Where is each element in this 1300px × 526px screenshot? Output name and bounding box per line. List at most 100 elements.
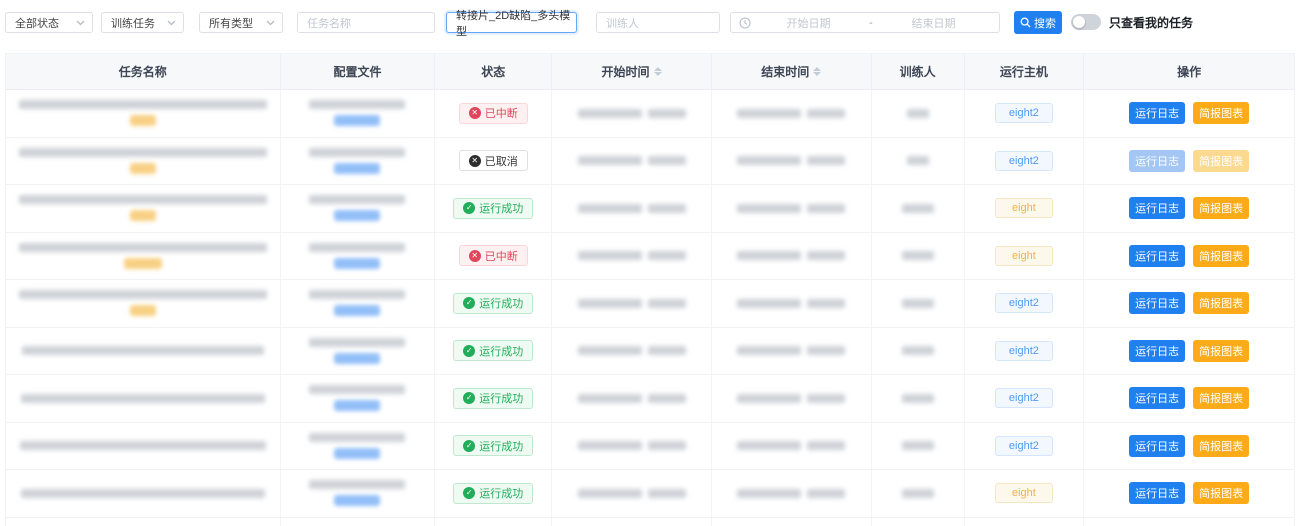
status-badge: ✓运行成功 — [453, 435, 533, 456]
run-log-button[interactable]: 运行日志 — [1129, 102, 1185, 124]
redacted-time — [648, 299, 686, 308]
task-name-cell — [6, 138, 281, 185]
redacted-trainer-name — [902, 489, 934, 498]
status-cell: ✓运行成功 — [435, 423, 552, 470]
start-time-cell — [552, 90, 712, 137]
actions-cell: 运行日志简报图表 — [1084, 375, 1294, 422]
sort-icon[interactable] — [654, 67, 662, 76]
run-log-button[interactable]: 运行日志 — [1129, 435, 1185, 457]
redacted-config-link[interactable] — [334, 115, 380, 126]
redacted-time — [807, 299, 845, 308]
trainer-cell — [872, 90, 965, 137]
redacted-config-link[interactable] — [334, 210, 380, 221]
date-range-picker[interactable]: 开始日期 - 结束日期 — [730, 12, 1000, 33]
trainer-input[interactable]: 训练人 — [596, 12, 720, 33]
redacted-config-name — [309, 100, 405, 109]
redacted-config-link[interactable] — [334, 305, 380, 316]
task-name-cell — [6, 233, 281, 280]
report-chart-button[interactable]: 简报图表 — [1193, 292, 1249, 314]
run-log-button[interactable]: 运行日志 — [1129, 340, 1185, 362]
column-header[interactable]: 结束时间 — [712, 54, 872, 89]
redacted-time — [807, 346, 845, 355]
date-start-placeholder: 开始日期 — [751, 15, 866, 31]
start-time-cell — [552, 518, 712, 526]
actions-cell: 运行日志简报图表 — [1084, 280, 1294, 327]
status-cell: ✕已中断 — [435, 90, 552, 137]
column-header-label: 运行主机 — [1000, 63, 1048, 80]
column-header[interactable]: 开始时间 — [552, 54, 712, 89]
report-chart-button[interactable]: 简报图表 — [1193, 387, 1249, 409]
task-name-input[interactable]: 任务名称 — [297, 12, 435, 33]
redacted-date — [737, 299, 801, 308]
run-log-button[interactable]: 运行日志 — [1129, 482, 1185, 504]
run-log-button[interactable]: 运行日志 — [1129, 387, 1185, 409]
run-log-button[interactable]: 运行日志 — [1129, 245, 1185, 267]
config-file-cell — [281, 90, 436, 137]
status-cell: ✓运行成功 — [435, 280, 552, 327]
end-time-cell — [712, 185, 872, 232]
task-type-select-value: 训练任务 — [102, 15, 163, 31]
report-chart-button[interactable]: 简报图表 — [1193, 340, 1249, 362]
status-badge: ✓运行成功 — [453, 340, 533, 361]
redacted-trainer-name — [907, 109, 929, 118]
action-buttons: 运行日志简报图表 — [1129, 435, 1249, 457]
actions-cell: 运行日志简报图表 — [1084, 138, 1294, 185]
report-chart-button[interactable]: 简报图表 — [1193, 435, 1249, 457]
redacted-time — [807, 441, 845, 450]
column-header: 任务名称 — [6, 54, 281, 89]
redacted-task-name — [19, 243, 267, 252]
start-time-cell — [552, 470, 712, 517]
report-chart-button[interactable]: 简报图表 — [1193, 482, 1249, 504]
redacted-task-tag — [130, 163, 156, 174]
check-circle-icon: ✓ — [463, 440, 475, 452]
host-tag: eight2 — [995, 341, 1053, 361]
search-button-label: 搜索 — [1034, 15, 1056, 31]
column-header-label: 配置文件 — [333, 63, 381, 80]
redacted-time — [807, 489, 845, 498]
redacted-config-link[interactable] — [334, 448, 380, 459]
end-time-cell — [712, 470, 872, 517]
column-header-label: 开始时间 — [602, 63, 650, 80]
redacted-datetime — [737, 204, 845, 213]
status-select-value: 全部状态 — [6, 15, 72, 31]
status-badge: ✕已取消 — [459, 150, 528, 171]
trainer-cell — [872, 518, 965, 526]
redacted-datetime — [578, 204, 686, 213]
chevron-down-icon — [163, 20, 179, 26]
search-button[interactable]: 搜索 — [1014, 11, 1062, 34]
x-circle-icon: ✕ — [469, 107, 481, 119]
status-cell: ✓运行成功 — [435, 470, 552, 517]
all-kinds-select[interactable]: 所有类型 — [199, 12, 283, 33]
table-row: ✓运行成功eight2运行日志简报图表 — [6, 375, 1294, 423]
end-time-cell — [712, 375, 872, 422]
redacted-config-link[interactable] — [334, 495, 380, 506]
my-tasks-toggle[interactable] — [1071, 14, 1101, 30]
status-select[interactable]: 全部状态 — [5, 12, 93, 33]
column-header: 训练人 — [872, 54, 965, 89]
redacted-date — [578, 251, 642, 260]
run-log-button[interactable]: 运行日志 — [1129, 292, 1185, 314]
model-search-input[interactable]: 转接片_2D缺陷_多头模型 — [446, 12, 577, 33]
redacted-config-link[interactable] — [334, 400, 380, 411]
action-buttons: 运行日志简报图表 — [1129, 387, 1249, 409]
report-chart-button[interactable]: 简报图表 — [1193, 102, 1249, 124]
status-label: 运行成功 — [479, 390, 523, 406]
status-badge: ✕已中断 — [459, 103, 528, 124]
run-log-button[interactable]: 运行日志 — [1129, 197, 1185, 219]
report-chart-button[interactable]: 简报图表 — [1193, 245, 1249, 267]
redacted-task-name — [22, 346, 264, 355]
table-row: ✓运行成功eight2运行日志简报图表 — [6, 280, 1294, 328]
task-type-select[interactable]: 训练任务 — [101, 12, 184, 33]
redacted-config-link[interactable] — [334, 353, 380, 364]
redacted-time — [648, 156, 686, 165]
sort-icon[interactable] — [813, 67, 821, 76]
redacted-date — [578, 346, 642, 355]
redacted-config-link[interactable] — [334, 163, 380, 174]
run-log-button: 运行日志 — [1129, 150, 1185, 172]
report-chart-button[interactable]: 简报图表 — [1193, 197, 1249, 219]
redacted-config-link[interactable] — [334, 258, 380, 269]
redacted-date — [737, 489, 801, 498]
table-header-row: 任务名称配置文件状态开始时间结束时间训练人运行主机操作 — [6, 53, 1294, 90]
actions-cell: 运行日志简报图表 — [1084, 185, 1294, 232]
redacted-task-name — [21, 394, 265, 403]
